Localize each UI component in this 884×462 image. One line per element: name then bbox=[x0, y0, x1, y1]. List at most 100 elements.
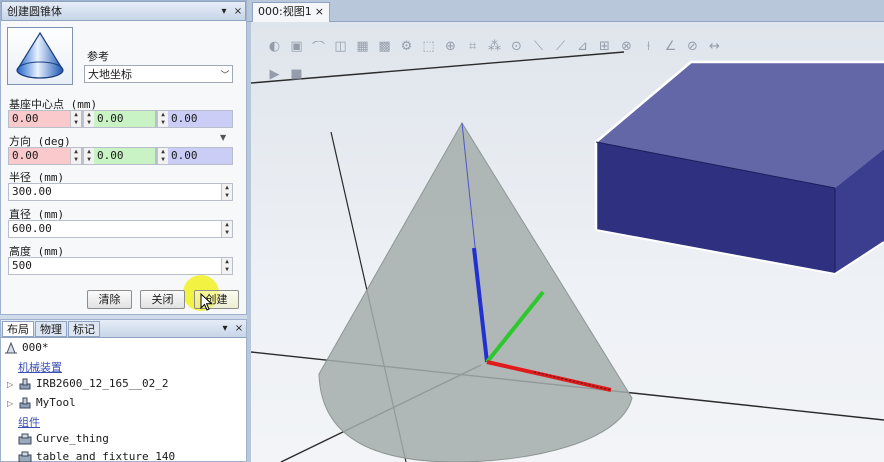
table-fixture-name: table_and_fixture_140 bbox=[36, 450, 176, 462]
select-curve-icon[interactable]: ⌒ bbox=[309, 38, 328, 56]
component-icon bbox=[18, 433, 32, 444]
base-center-x-value: 0.00 bbox=[12, 112, 39, 125]
layout-tabs: 布局 物理 标记 ▾ × bbox=[1, 320, 246, 338]
tree-item-curve[interactable]: Curve_thing bbox=[18, 432, 109, 445]
height-input[interactable]: 500 ▲ ▼ bbox=[8, 257, 233, 275]
measure-point-icon[interactable]: ⟊ bbox=[639, 38, 658, 55]
direction-y-value: 0.00 bbox=[97, 149, 124, 162]
expand-icon[interactable]: ▷ bbox=[7, 380, 13, 389]
snap-grid-icon[interactable]: ⊞ bbox=[595, 38, 614, 55]
view-tab-label: 000:视图1 bbox=[258, 5, 312, 18]
reference-value: 大地坐标 bbox=[88, 68, 132, 81]
clear-button[interactable]: 清除 bbox=[87, 290, 132, 309]
tree-item-robot[interactable]: IRB2600_12_165__02_2 bbox=[18, 377, 168, 390]
spin-arrows-icon[interactable]: ▲ ▼ bbox=[157, 111, 168, 127]
floor-line-top bbox=[251, 51, 625, 84]
select-body-icon[interactable]: ▦ bbox=[353, 38, 372, 55]
direction-y-input[interactable]: ▲ ▼ 0.00 bbox=[82, 147, 156, 165]
create-cone-header: 创建圆锥体 ▾ × bbox=[1, 1, 246, 21]
snap-origin-icon[interactable]: ⊗ bbox=[617, 38, 636, 55]
pin-icon[interactable]: ▾ bbox=[217, 6, 231, 17]
expand-icon[interactable]: ▷ bbox=[7, 399, 13, 408]
spin-arrows-icon[interactable]: ▲ ▼ bbox=[221, 184, 232, 200]
spin-arrows-icon[interactable]: ▲ ▼ bbox=[221, 221, 232, 237]
select-group-icon[interactable]: ⬚ bbox=[419, 38, 438, 55]
components-category[interactable]: 组件 bbox=[18, 414, 40, 430]
base-center-y-value: 0.00 bbox=[97, 112, 124, 125]
spin-arrows-icon[interactable]: ▲ ▼ bbox=[83, 111, 94, 127]
mouse-cursor-icon bbox=[200, 293, 213, 311]
station-name: 000* bbox=[22, 341, 49, 354]
tab-physics[interactable]: 物理 bbox=[35, 320, 67, 337]
spin-arrows-icon[interactable]: ▲ ▼ bbox=[83, 148, 94, 164]
component-icon bbox=[18, 451, 32, 462]
mechanisms-category[interactable]: 机械装置 bbox=[18, 359, 62, 375]
select-mechanism-icon[interactable]: ⚙ bbox=[397, 38, 416, 55]
layout-panel: 布局 物理 标记 ▾ × 000* 机械装置 ▷ IRB2600_12_165_… bbox=[0, 319, 247, 462]
curve-thing-name: Curve_thing bbox=[36, 432, 109, 445]
mechanism-icon bbox=[19, 378, 31, 389]
tool-name: MyTool bbox=[36, 396, 76, 409]
close-icon[interactable]: × bbox=[231, 6, 245, 17]
cone-solid bbox=[318, 122, 633, 462]
direction-z-input[interactable]: ▲ ▼ 0.00 bbox=[156, 147, 233, 165]
collapse-icon[interactable]: ▼ bbox=[220, 133, 226, 142]
base-center-x-input[interactable]: 0.00 ▲ ▼ bbox=[8, 110, 82, 128]
snap-object-icon[interactable]: ⁂ bbox=[485, 38, 504, 55]
chevron-down-icon: ﹀ bbox=[220, 70, 230, 81]
view-icon[interactable]: ▣ bbox=[287, 38, 306, 55]
select-frame-icon[interactable]: ⌗ bbox=[463, 38, 482, 55]
tree-item-tool[interactable]: MyTool bbox=[18, 396, 76, 409]
spin-arrows-icon[interactable]: ▲ ▼ bbox=[221, 258, 232, 274]
radius-value: 300.00 bbox=[12, 185, 52, 198]
snap-midpoint-icon[interactable]: ⟍ bbox=[529, 38, 548, 55]
3d-viewport[interactable]: ◐ ▣ ⌒ ◫ ▦ ▩ ⚙ ⬚ ⊕ ⌗ ⁂ ⊙ ⟍ ⟋ ⊿ ⊞ ⊗ ⟊ ∠ ⊘ ↔ ▶ ■ bbox=[251, 22, 884, 462]
snap-corner-icon[interactable]: ⊿ bbox=[573, 38, 592, 55]
reference-label: 参考 bbox=[87, 50, 109, 63]
diameter-input[interactable]: 600.00 ▲ ▼ bbox=[8, 220, 233, 238]
close-icon[interactable]: × bbox=[315, 3, 324, 22]
shading-icon[interactable]: ◐ bbox=[265, 38, 284, 55]
simulate-play-icon[interactable]: ▶ bbox=[265, 66, 284, 83]
direction-x-input[interactable]: 0.00 ▲ ▼ bbox=[8, 147, 82, 165]
station-icon bbox=[5, 341, 17, 353]
direction-z-value: 0.00 bbox=[171, 149, 198, 162]
tab-view1[interactable]: 000:视图1 × bbox=[252, 2, 330, 22]
view-toolbar: ◐ ▣ ⌒ ◫ ▦ ▩ ⚙ ⬚ ⊕ ⌗ ⁂ ⊙ ⟍ ⟋ ⊿ ⊞ ⊗ ⟊ ∠ ⊘ ↔ bbox=[265, 38, 724, 56]
robot-name: IRB2600_12_165__02_2 bbox=[36, 377, 169, 390]
mechanism-icon bbox=[19, 397, 31, 408]
tab-layout[interactable]: 布局 bbox=[2, 320, 34, 337]
tree-item-table[interactable]: table_and_fixture_140 bbox=[18, 450, 175, 462]
base-center-y-input[interactable]: ▲ ▼ 0.00 bbox=[82, 110, 156, 128]
cone-icon bbox=[7, 27, 73, 85]
scene-canvas[interactable] bbox=[251, 22, 884, 462]
select-surface-icon[interactable]: ◫ bbox=[331, 38, 350, 55]
snap-center-icon[interactable]: ⊙ bbox=[507, 38, 526, 55]
height-value: 500 bbox=[12, 259, 32, 272]
reference-select[interactable]: 大地坐标 ﹀ bbox=[84, 65, 233, 83]
select-part-icon[interactable]: ▩ bbox=[375, 38, 394, 55]
base-center-z-input[interactable]: ▲ ▼ 0.00 bbox=[156, 110, 233, 128]
tab-markup[interactable]: 标记 bbox=[68, 320, 100, 337]
view-toolbar-secondary: ▶ ■ bbox=[265, 66, 306, 83]
panel-title: 创建圆锥体 bbox=[7, 5, 62, 18]
simulate-stop-icon[interactable]: ■ bbox=[287, 66, 306, 83]
close-icon[interactable]: × bbox=[232, 323, 246, 334]
close-button[interactable]: 关闭 bbox=[140, 290, 185, 309]
direction-x-value: 0.00 bbox=[12, 149, 39, 162]
tree-station[interactable]: 000* bbox=[4, 341, 49, 354]
left-dock: 创建圆锥体 ▾ × 参考 大地坐标 ﹀ 基座中心点 (mm) 0.00 ▲ ▼ … bbox=[0, 0, 247, 462]
spin-arrows-icon[interactable]: ▲ ▼ bbox=[70, 148, 81, 164]
measure-diameter-icon[interactable]: ⊘ bbox=[683, 38, 702, 55]
pin-icon[interactable]: ▾ bbox=[218, 323, 232, 334]
spin-arrows-icon[interactable]: ▲ ▼ bbox=[70, 111, 81, 127]
measure-distance-icon[interactable]: ↔ bbox=[705, 38, 724, 55]
base-center-z-value: 0.00 bbox=[171, 112, 198, 125]
spin-arrows-icon[interactable]: ▲ ▼ bbox=[157, 148, 168, 164]
radius-input[interactable]: 300.00 ▲ ▼ bbox=[8, 183, 233, 201]
snap-edge-icon[interactable]: ⟋ bbox=[551, 38, 570, 55]
document-tab-bar: 000:视图1 × bbox=[247, 0, 884, 22]
measure-angle-icon[interactable]: ∠ bbox=[661, 38, 680, 55]
select-target-icon[interactable]: ⊕ bbox=[441, 38, 460, 55]
diameter-value: 600.00 bbox=[12, 222, 52, 235]
